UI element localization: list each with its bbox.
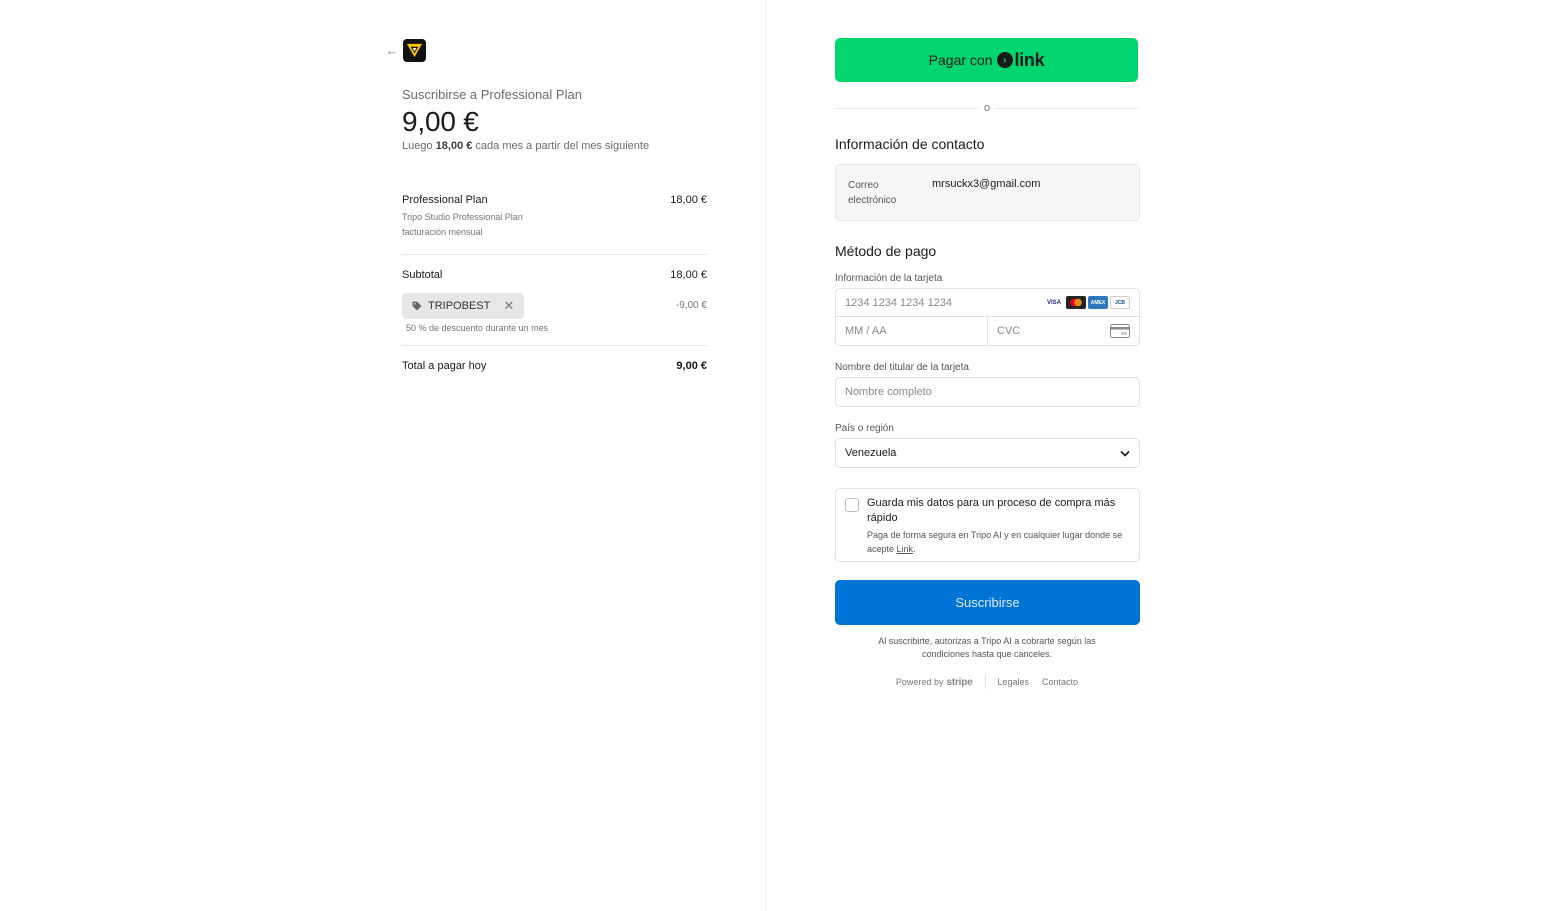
recurring-prefix: Luego xyxy=(402,140,433,152)
recurring-suffix: cada mes a partir del mes siguiente xyxy=(475,140,650,152)
card-second-row: MM / AA CVC xyxy=(836,317,1139,345)
email-field[interactable]: Correo electrónico mrsuckx3@gmail.com xyxy=(835,164,1140,221)
summary-header: ← xyxy=(385,38,715,62)
subtotal-amount: 18,00 € xyxy=(670,269,707,281)
cvc-placeholder: CVC xyxy=(997,325,1021,337)
recurring-amount: 18,00 € xyxy=(435,140,473,152)
card-brands: VISA AMEX JCB xyxy=(1044,296,1130,309)
subtotal-row: Subtotal 18,00 € xyxy=(402,269,707,281)
save-info-desc: Paga de forma segura en Tripo AI y en cu… xyxy=(867,528,1129,556)
cvc-input[interactable]: CVC xyxy=(987,317,1139,345)
cardholder-name-input[interactable]: Nombre completo xyxy=(835,377,1140,407)
save-info-box: Guarda mis datos para un proceso de comp… xyxy=(835,488,1140,562)
save-desc-suffix: . xyxy=(913,544,916,554)
email-label: Correo electrónico xyxy=(848,180,897,206)
legal-text: Al suscribirte, autorizas a Tripo AI a c… xyxy=(878,636,1096,659)
expiry-placeholder: MM / AA xyxy=(845,325,887,337)
checkout-page: ← Suscribirse a Professional Plan 9,00 €… xyxy=(0,0,1541,911)
link-brand: link xyxy=(1014,49,1045,70)
separator xyxy=(402,254,707,255)
payment-heading: Método de pago xyxy=(835,243,937,259)
line-items: Professional Plan Tripo Studio Professio… xyxy=(402,194,707,372)
mastercard-icon xyxy=(1066,296,1086,309)
link-button-label: Pagar con xyxy=(928,52,993,68)
contact-link[interactable]: Contacto xyxy=(1042,677,1078,687)
payment-form: Pagar con › link o Información de contac… xyxy=(835,38,1140,689)
chevron-down-icon xyxy=(1120,450,1130,457)
price-today: 9,00 € xyxy=(402,106,479,137)
line-item-plan: Professional Plan Tripo Studio Professio… xyxy=(402,194,707,240)
order-summary: ← Suscribirse a Professional Plan 9,00 €… xyxy=(385,38,715,372)
country-label: País o región xyxy=(835,423,894,434)
visa-icon: VISA xyxy=(1044,296,1064,309)
amex-icon: AMEX xyxy=(1088,296,1108,309)
total-row: Total a pagar hoy 9,00 € xyxy=(402,360,707,372)
tag-icon xyxy=(412,301,422,311)
legal-link[interactable]: Legales xyxy=(998,677,1030,687)
recurring-note: Luego 18,00 € cada mes a partir del mes … xyxy=(402,140,715,152)
coupon-amount: -9,00 € xyxy=(675,300,707,311)
jcb-icon: JCB xyxy=(1110,296,1130,309)
plan-desc-line1: Tripo Studio Professional Plan xyxy=(402,212,523,222)
plan-amount: 18,00 € xyxy=(670,194,707,206)
email-value: mrsuckx3@gmail.com xyxy=(932,178,1041,190)
footer: Powered by stripe Legales Contacto xyxy=(835,675,1139,689)
tripo-logo xyxy=(403,38,426,62)
card-number-placeholder: 1234 1234 1234 1234 xyxy=(845,296,953,309)
pay-with-link-button[interactable]: Pagar con › link xyxy=(835,38,1138,82)
back-arrow-icon[interactable]: ← xyxy=(385,43,399,58)
cvc-card-icon xyxy=(1110,324,1130,338)
country-select[interactable]: Venezuela xyxy=(835,438,1140,468)
plan-name: Professional Plan xyxy=(402,194,488,206)
link-arrow-icon: › xyxy=(996,52,1013,68)
card-number-input[interactable]: 1234 1234 1234 1234 VISA AMEX JCB xyxy=(836,289,1139,317)
total-amount: 9,00 € xyxy=(676,360,707,372)
subscribe-button[interactable]: Suscribirse xyxy=(835,580,1140,625)
coupon-chip: TRIPOBEST ✕ xyxy=(402,293,525,319)
link-info-link[interactable]: Link xyxy=(897,544,914,554)
cardholder-placeholder: Nombre completo xyxy=(845,386,932,398)
total-label: Total a pagar hoy xyxy=(402,360,487,372)
expiry-input[interactable]: MM / AA xyxy=(836,317,987,345)
remove-coupon-icon[interactable]: ✕ xyxy=(503,298,514,314)
link-logo: › link xyxy=(996,49,1045,71)
card-input-group: 1234 1234 1234 1234 VISA AMEX JCB MM / A… xyxy=(835,288,1140,346)
subtotal-label: Subtotal xyxy=(402,269,443,281)
or-text: o xyxy=(977,102,997,114)
contact-heading: Información de contacto xyxy=(835,136,985,152)
coupon-code: TRIPOBEST xyxy=(428,300,491,312)
card-label: Información de la tarjeta xyxy=(835,273,943,284)
powered-by-label: Powered by xyxy=(895,677,944,687)
or-divider: o xyxy=(835,102,1139,114)
plan-desc: Tripo Studio Professional Plan facturaci… xyxy=(402,210,523,240)
coupon-row: TRIPOBEST ✕ 50 % de descuento durante un… xyxy=(402,293,707,333)
footer-separator xyxy=(984,675,986,689)
separator xyxy=(402,345,707,346)
coupon-note: 50 % de descuento durante un mes xyxy=(406,323,549,333)
save-info-checkbox[interactable] xyxy=(845,498,859,512)
stripe-logo[interactable]: stripe xyxy=(946,677,972,688)
save-info-title: Guarda mis datos para un proceso de comp… xyxy=(867,497,1116,524)
panel-divider xyxy=(765,0,766,911)
subscribe-title: Suscribirse a Professional Plan xyxy=(402,87,582,102)
country-value: Venezuela xyxy=(845,447,897,459)
plan-desc-line2: facturación mensual xyxy=(402,227,483,237)
cardholder-label: Nombre del titular de la tarjeta xyxy=(835,362,969,373)
